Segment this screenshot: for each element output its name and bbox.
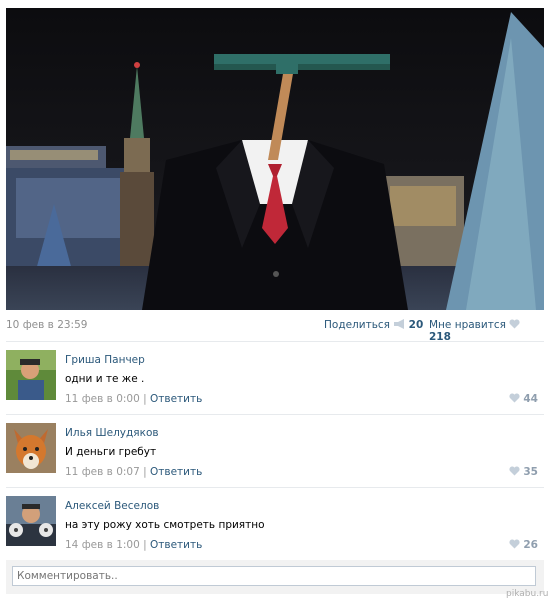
- watermark: pikabu.ru: [506, 589, 549, 599]
- comment-footer: 14 фев в 1:00 | Ответить: [65, 539, 203, 551]
- comment-like-button[interactable]: 35: [509, 466, 538, 478]
- divider: [6, 414, 544, 415]
- comment-input[interactable]: [12, 566, 536, 586]
- share-button[interactable]: Поделиться 20: [324, 319, 423, 331]
- post-date[interactable]: 10 фев в 23:59: [6, 319, 87, 331]
- heart-icon: [509, 466, 520, 476]
- comment-text: одни и те же .: [65, 373, 145, 385]
- comment-date[interactable]: 11 фев в 0:00: [65, 393, 140, 405]
- comment-like-count: 35: [523, 466, 538, 478]
- comment-footer: 11 фев в 0:07 | Ответить: [65, 466, 203, 478]
- megaphone-icon: [394, 319, 405, 329]
- comment-like-button[interactable]: 26: [509, 539, 538, 551]
- comment-text: И деньги гребут: [65, 446, 157, 458]
- comment-footer: 11 фев в 0:00 | Ответить: [65, 393, 203, 405]
- reply-link[interactable]: Ответить: [150, 393, 202, 405]
- avatar[interactable]: [6, 423, 56, 473]
- post-meta-row: 10 фев в 23:59 Поделиться 20 Мне нравитс…: [6, 313, 544, 343]
- heart-icon: [509, 539, 520, 549]
- comment-author[interactable]: Илья Шелудяков: [65, 427, 159, 439]
- divider: [6, 341, 544, 342]
- comment: Гриша Панчер одни и те же . 11 фев в 0:0…: [6, 350, 544, 412]
- kremlin-suit-rake-image: [6, 8, 544, 310]
- share-label: Поделиться: [324, 319, 390, 331]
- heart-icon: [509, 393, 520, 403]
- avatar[interactable]: [6, 350, 56, 400]
- post-photo[interactable]: [6, 8, 544, 310]
- reply-link[interactable]: Ответить: [150, 539, 202, 551]
- reply-link[interactable]: Ответить: [150, 466, 202, 478]
- heart-icon: [509, 319, 520, 329]
- comment-author[interactable]: Гриша Панчер: [65, 354, 145, 366]
- like-label: Мне нравится: [429, 319, 506, 331]
- share-count: 20: [408, 319, 424, 331]
- comment-text: на эту рожу хоть смотреть приятно: [65, 519, 265, 531]
- comment: Алексей Веселов на эту рожу хоть смотрет…: [6, 496, 544, 558]
- avatar[interactable]: [6, 496, 56, 546]
- comment: Илья Шелудяков И деньги гребут 11 фев в …: [6, 423, 544, 485]
- comment-author[interactable]: Алексей Веселов: [65, 500, 159, 512]
- divider: [6, 487, 544, 488]
- like-button[interactable]: Мне нравится 218: [429, 319, 544, 343]
- comment-like-button[interactable]: 44: [509, 393, 538, 405]
- comment-like-count: 26: [523, 539, 538, 551]
- comment-like-count: 44: [523, 393, 538, 405]
- comment-date[interactable]: 11 фев в 0:07: [65, 466, 140, 478]
- comment-date[interactable]: 14 фев в 1:00: [65, 539, 140, 551]
- comment-box: [6, 560, 544, 594]
